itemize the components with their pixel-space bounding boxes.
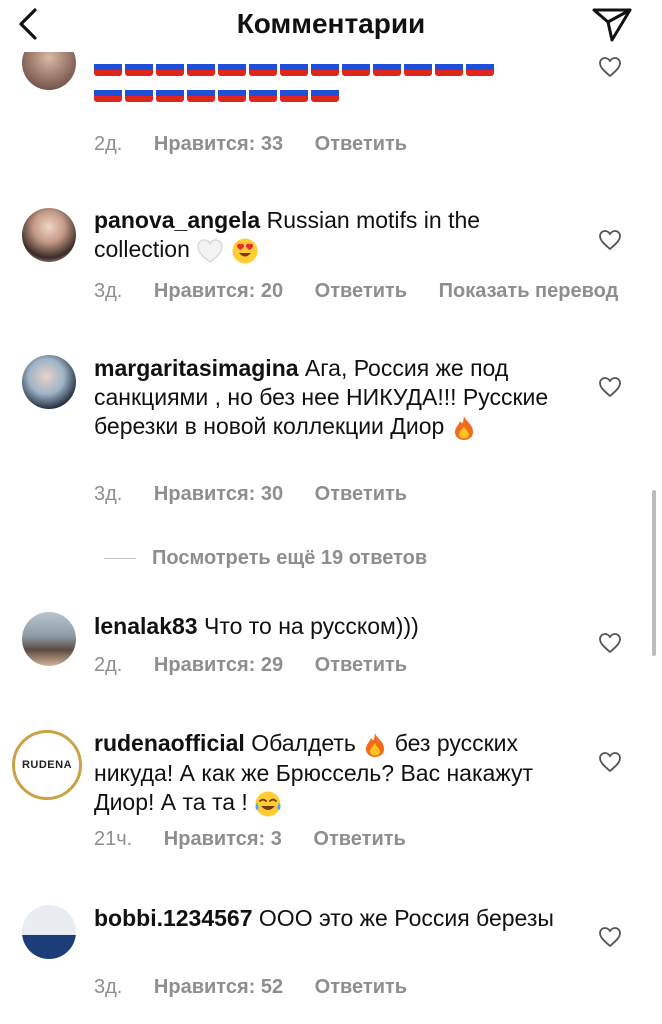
comment-meta: 2д. Нравится: 29 Ответить: [94, 654, 433, 677]
likes-count[interactable]: Нравится: 3: [164, 828, 282, 851]
russia-flag-icon: [94, 58, 122, 76]
heart-icon[interactable]: [598, 926, 622, 948]
russia-flag-icon: [404, 58, 432, 76]
fire-emoji-icon: [366, 732, 385, 757]
divider: [104, 558, 136, 560]
white-heart-icon: [197, 239, 223, 263]
comment-meta: 3д. Нравится: 30 Ответить: [94, 483, 433, 506]
avatar[interactable]: [22, 208, 76, 262]
comment-username[interactable]: margaritasimagina: [94, 355, 299, 381]
russia-flag-icon: [466, 58, 494, 76]
comment-body: lenalak83 Что то на русском))): [94, 612, 574, 641]
comment-body: panova_angela Russian motifs in the coll…: [94, 206, 574, 265]
comment-body: rudenaofficial Обалдеть без русских нику…: [94, 729, 564, 818]
reply-button[interactable]: Ответить: [315, 280, 407, 303]
comment-time: 3д.: [94, 483, 123, 505]
comment-text: Что то на русском))): [203, 613, 419, 639]
russia-flag-icon: [311, 84, 339, 102]
russia-flag-icon: [187, 58, 215, 76]
likes-count[interactable]: Нравится: 20: [154, 280, 283, 303]
flag-emoji-row: [94, 58, 564, 110]
russia-flag-icon: [249, 58, 277, 76]
paper-plane-icon: [592, 8, 632, 42]
comment-body: margaritasimagina Ага, Россия же под сан…: [94, 354, 564, 442]
comment-username[interactable]: bobbi.1234567: [94, 905, 253, 931]
comment-username[interactable]: lenalak83: [94, 613, 198, 639]
reply-button[interactable]: Ответить: [313, 828, 405, 851]
comment-username[interactable]: rudenaofficial: [94, 730, 245, 756]
russia-flag-icon: [156, 58, 184, 76]
avatar[interactable]: RUDENA: [12, 730, 82, 800]
avatar[interactable]: [22, 355, 76, 409]
avatar-brand-text: RUDENA: [21, 759, 73, 771]
comment-meta: 3д. Нравится: 20 Ответить Показать перев…: [94, 280, 644, 303]
comment-time: 2д.: [94, 654, 123, 676]
comment-time: 2д.: [94, 133, 123, 155]
comment-text: ООО это же Россия березы: [258, 905, 554, 931]
russia-flag-icon: [218, 58, 246, 76]
heart-icon[interactable]: [598, 56, 622, 78]
russia-flag-icon: [94, 84, 122, 102]
russia-flag-icon: [280, 58, 308, 76]
comment-text-part1: Обалдеть: [251, 730, 356, 756]
likes-count[interactable]: Нравится: 29: [154, 654, 283, 677]
top-bar: Комментарии: [0, 0, 662, 52]
heart-icon[interactable]: [598, 376, 622, 398]
reply-button[interactable]: Ответить: [315, 976, 407, 999]
reply-button[interactable]: Ответить: [315, 133, 407, 156]
russia-flag-icon: [311, 58, 339, 76]
russia-flag-icon: [218, 84, 246, 102]
comment-meta: 3д. Нравится: 52 Ответить: [94, 976, 433, 999]
russia-flag-icon: [342, 58, 370, 76]
comment-time: 21ч.: [94, 828, 133, 850]
likes-count[interactable]: Нравится: 52: [154, 976, 283, 999]
russia-flag-icon: [125, 84, 153, 102]
russia-flag-icon: [187, 84, 215, 102]
view-more-replies-label: Посмотреть ещё 19 ответов: [152, 547, 428, 569]
comment-time: 3д.: [94, 280, 123, 302]
russia-flag-icon: [156, 84, 184, 102]
heart-icon[interactable]: [598, 751, 622, 773]
russia-flag-icon: [249, 84, 277, 102]
show-translation-button[interactable]: Показать перевод: [439, 280, 619, 303]
comment-body: bobbi.1234567 ООО это же Россия березы: [94, 904, 574, 933]
likes-count[interactable]: Нравится: 33: [154, 133, 283, 156]
share-button[interactable]: [590, 4, 634, 44]
reply-button[interactable]: Ответить: [315, 483, 407, 506]
avatar[interactable]: [22, 612, 76, 666]
comment-meta: 2д. Нравится: 33 Ответить: [94, 133, 433, 156]
likes-count[interactable]: Нравится: 30: [154, 483, 283, 506]
view-more-replies-button[interactable]: Посмотреть ещё 19 ответов: [104, 547, 427, 570]
heart-icon[interactable]: [598, 229, 622, 251]
russia-flag-icon: [373, 58, 401, 76]
scrollbar[interactable]: [652, 490, 656, 656]
comment-username[interactable]: panova_angela: [94, 207, 260, 233]
fire-emoji-icon: [454, 415, 473, 440]
page-title: Комментарии: [236, 8, 426, 39]
comment-meta: 21ч. Нравится: 3 Ответить: [94, 828, 432, 851]
heart-icon[interactable]: [598, 632, 622, 654]
russia-flag-icon: [280, 84, 308, 102]
russia-flag-icon: [435, 58, 463, 76]
heart-eyes-emoji-icon: [232, 238, 258, 264]
tears-of-joy-emoji-icon: [255, 791, 281, 817]
reply-button[interactable]: Ответить: [315, 654, 407, 677]
russia-flag-icon: [125, 58, 153, 76]
avatar[interactable]: [22, 905, 76, 959]
comment-time: 3д.: [94, 976, 123, 998]
